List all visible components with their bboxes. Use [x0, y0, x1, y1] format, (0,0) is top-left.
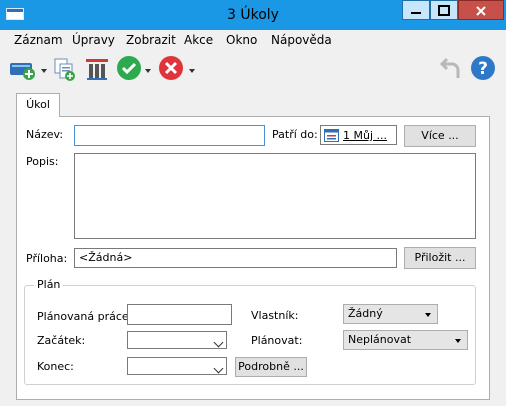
start-label: Začátek:: [37, 334, 86, 347]
belongs-label: Patří do:: [272, 128, 318, 141]
menu-akce[interactable]: Akce: [184, 33, 213, 47]
description-label: Popis:: [26, 155, 59, 168]
cancel-dropdown-arrow-icon[interactable]: [189, 69, 195, 73]
schedule-label: Plánovat:: [251, 334, 303, 347]
belongs-value: 1 Můj ...: [343, 129, 387, 142]
delete-button[interactable]: [84, 56, 110, 82]
menu-napoveda[interactable]: Nápověda: [271, 33, 332, 47]
menu-zaznam[interactable]: Záznam: [14, 33, 63, 47]
cancel-icon: [159, 56, 183, 80]
menu-zobrazit[interactable]: Zobrazit: [126, 33, 176, 47]
menu-bar: Záznam Úpravy Zobrazit Akce Okno Nápověd…: [0, 30, 506, 50]
description-textarea[interactable]: [74, 153, 476, 239]
maximize-icon: [438, 5, 450, 16]
details-button[interactable]: Podrobně ...: [235, 357, 307, 377]
folder-list-icon: [324, 129, 339, 142]
complete-dropdown-arrow-icon[interactable]: [145, 69, 151, 73]
new-record-button[interactable]: [8, 56, 47, 82]
owner-label: Vlastník:: [251, 309, 299, 322]
toolbar: ?: [0, 52, 506, 86]
more-button[interactable]: Více ...: [404, 125, 476, 147]
dropdown-arrow-icon: [455, 339, 461, 343]
close-icon: [476, 6, 486, 16]
delete-icon: [86, 59, 108, 80]
undo-icon: [439, 57, 460, 78]
attach-button[interactable]: Přiložit ...: [404, 247, 476, 269]
schedule-value: Neplánovat: [348, 333, 412, 346]
tab-label: Úkol: [26, 98, 50, 111]
dropdown-arrow-icon: [425, 313, 431, 317]
complete-button[interactable]: [116, 55, 152, 83]
minimize-button[interactable]: [402, 0, 430, 20]
new-dropdown-arrow-icon[interactable]: [41, 69, 47, 73]
svg-text:?: ?: [478, 59, 488, 79]
belongs-selector[interactable]: 1 Můj ...: [320, 125, 397, 145]
owner-value: Žádný: [348, 307, 383, 320]
complete-check-icon: [117, 56, 141, 80]
menu-okno[interactable]: Okno: [226, 33, 257, 47]
help-button[interactable]: ?: [470, 55, 496, 81]
plan-group-title: Plán: [34, 278, 64, 291]
attachment-field[interactable]: <Žádná>: [74, 248, 397, 268]
tab-ukol[interactable]: Úkol: [16, 93, 60, 117]
copy-button[interactable]: [52, 56, 78, 82]
copy-icon: [54, 58, 75, 81]
maximize-button[interactable]: [430, 0, 458, 20]
end-label: Konec:: [37, 360, 74, 373]
name-input[interactable]: [74, 125, 265, 146]
chevron-down-icon: [213, 363, 224, 374]
help-icon: ?: [471, 56, 495, 80]
close-button[interactable]: [458, 0, 504, 20]
attachment-label: Příloha:: [26, 252, 68, 265]
minimize-icon: [411, 12, 421, 14]
menu-upravy[interactable]: Úpravy: [72, 33, 115, 47]
undo-button[interactable]: [438, 56, 464, 82]
planned-work-input[interactable]: [127, 304, 232, 325]
schedule-select[interactable]: Neplánovat: [343, 330, 468, 350]
new-record-icon: [10, 63, 35, 80]
planned-work-label: Plánovaná práce:: [37, 310, 133, 323]
owner-select[interactable]: Žádný: [343, 304, 438, 324]
start-date-combo[interactable]: [127, 331, 227, 349]
chevron-down-icon: [213, 337, 224, 348]
cancel-button[interactable]: [158, 55, 196, 83]
name-label: Název:: [26, 128, 64, 141]
end-date-combo[interactable]: [127, 357, 227, 375]
